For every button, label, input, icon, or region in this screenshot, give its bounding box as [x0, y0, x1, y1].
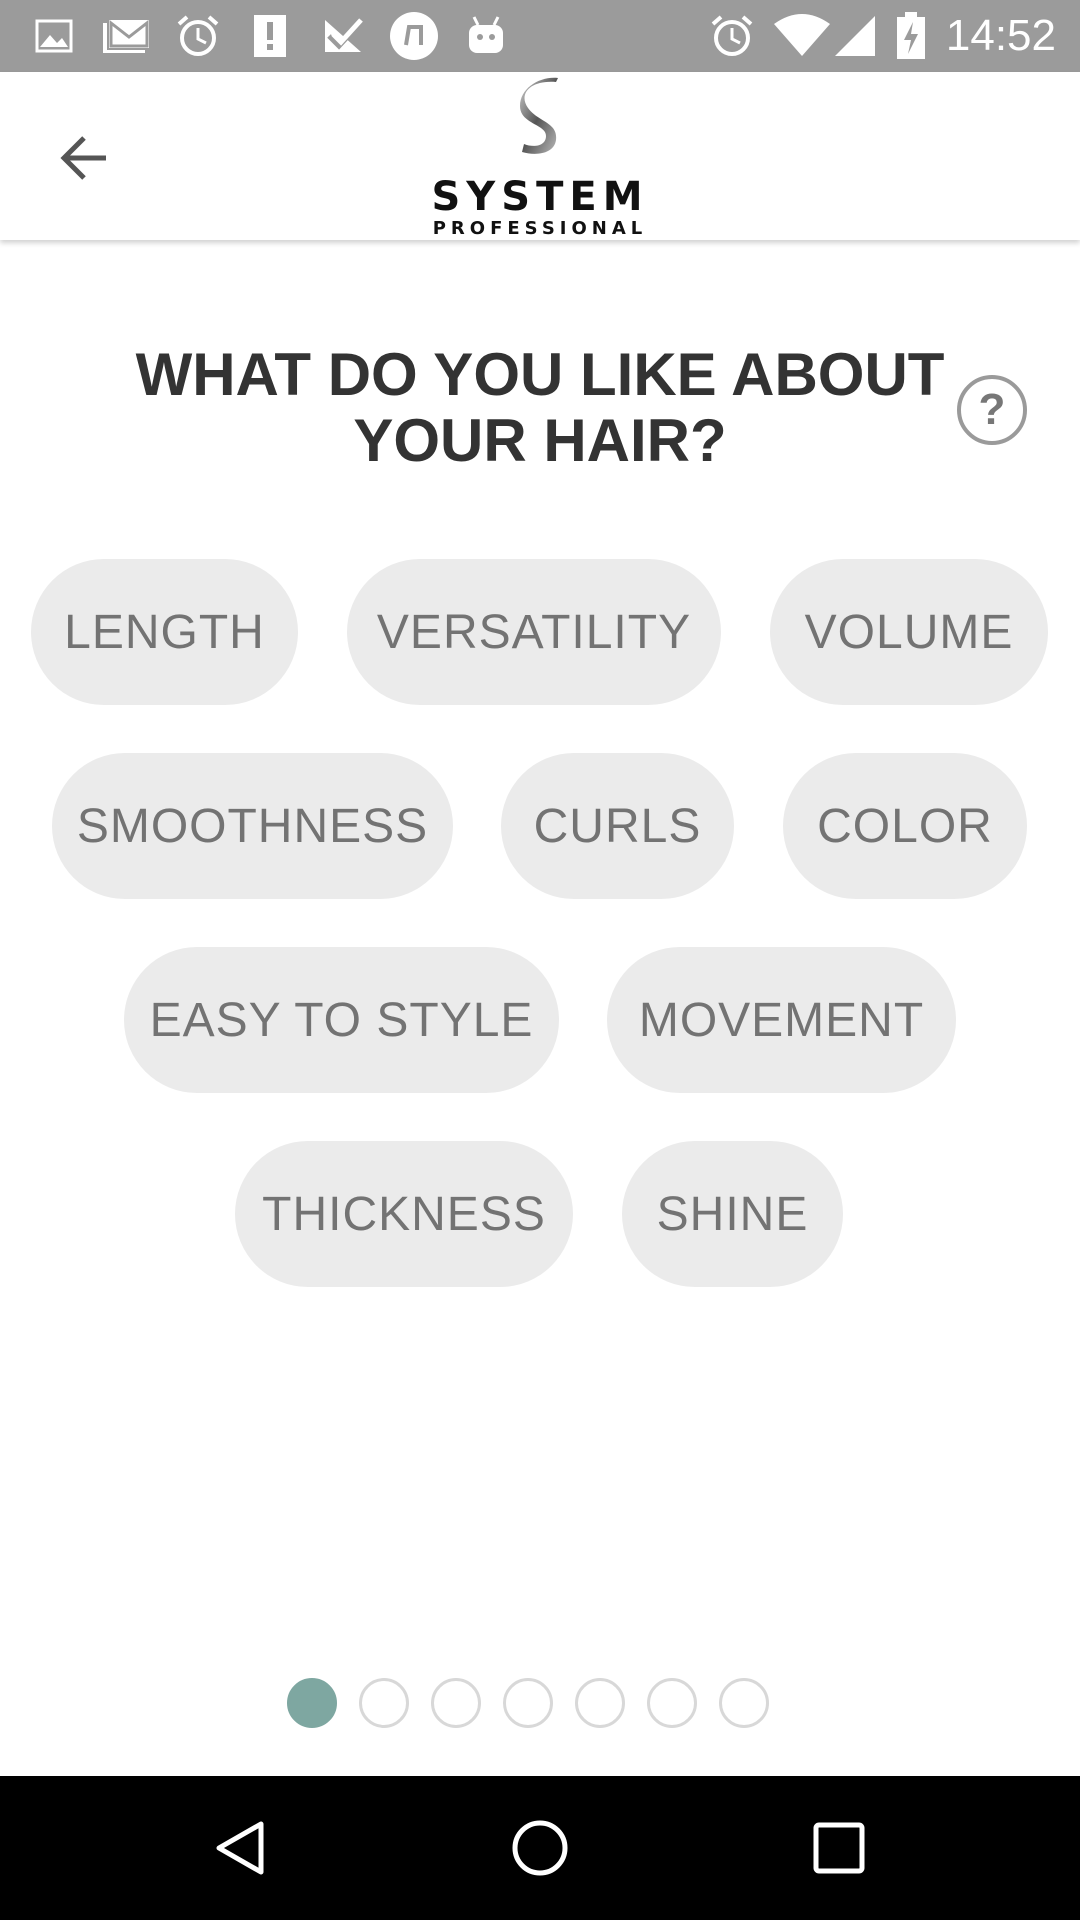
back-button[interactable]	[44, 118, 124, 198]
alarm-icon	[708, 14, 756, 58]
pager-dot-2	[359, 1678, 409, 1728]
option-length[interactable]: LENGTH	[31, 559, 298, 705]
app-header: SYSTEM PROFESSIONAL	[0, 72, 1080, 240]
back-triangle-icon	[216, 1821, 264, 1875]
gmail-icon	[100, 14, 152, 58]
pager-dot-4	[503, 1678, 553, 1728]
recents-square-icon	[813, 1822, 865, 1874]
nav-back-button[interactable]	[196, 1803, 286, 1893]
nav-recents-button[interactable]	[794, 1803, 884, 1893]
status-bar: 14:52	[0, 0, 1080, 72]
logo-mark-icon	[520, 77, 558, 154]
logo-subtitle: PROFESSIONAL	[432, 218, 648, 239]
clock: 14:52	[945, 11, 1056, 60]
option-movement[interactable]: MOVEMENT	[607, 947, 956, 1093]
brand-logo: SYSTEM PROFESSIONAL	[380, 76, 700, 239]
wifi-icon	[772, 14, 832, 58]
music-icon	[388, 12, 440, 60]
system-navigation-bar	[0, 1776, 1080, 1920]
pager-dot-7	[719, 1678, 769, 1728]
alert-icon	[250, 14, 290, 58]
option-versatility[interactable]: VERSATILITY	[347, 559, 721, 705]
battery-charging-icon	[894, 12, 928, 59]
pager-dot-5	[575, 1678, 625, 1728]
question-title: WHAT DO YOU LIKE ABOUT YOUR HAIR?	[135, 341, 945, 474]
home-circle-icon	[512, 1820, 568, 1876]
alarm-icon	[174, 14, 222, 58]
option-easy-to-style[interactable]: EASY TO STYLE	[124, 947, 559, 1093]
help-icon[interactable]: ?	[957, 375, 1027, 445]
pager-dot-6	[647, 1678, 697, 1728]
option-smoothness[interactable]: SMOOTHNESS	[52, 753, 453, 899]
image-icon	[34, 14, 74, 58]
check-icon	[320, 14, 366, 58]
signal-icon	[832, 14, 878, 58]
pager-dot-1	[287, 1678, 337, 1728]
option-curls[interactable]: CURLS	[501, 753, 734, 899]
pager-dot-3	[431, 1678, 481, 1728]
arrow-left-icon	[60, 136, 106, 180]
option-color[interactable]: COLOR	[783, 753, 1027, 899]
android-icon	[464, 14, 508, 58]
nav-home-button[interactable]	[495, 1803, 585, 1893]
option-thickness[interactable]: THICKNESS	[235, 1141, 573, 1287]
logo-wordmark: SYSTEM	[431, 174, 649, 220]
option-shine[interactable]: SHINE	[622, 1141, 843, 1287]
option-volume[interactable]: VOLUME	[770, 559, 1048, 705]
